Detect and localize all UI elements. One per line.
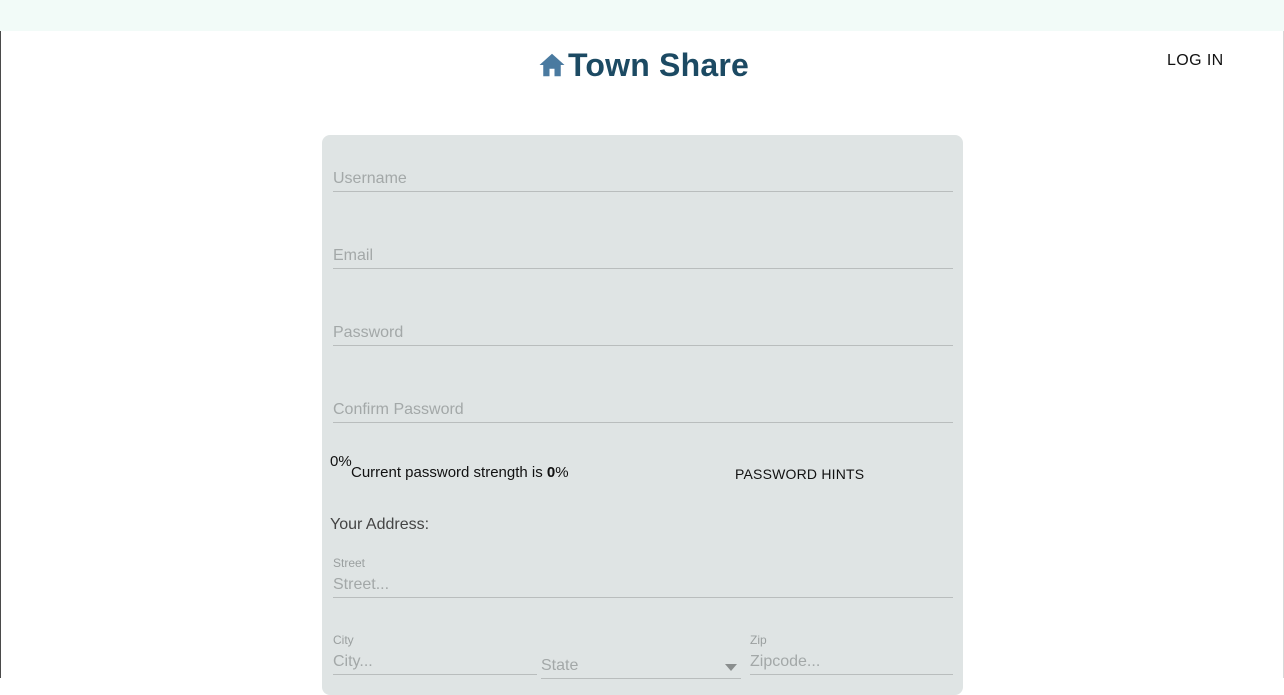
street-input[interactable] (333, 576, 953, 597)
city-input[interactable] (333, 653, 537, 674)
strength-text: Current password strength is 0% (351, 464, 569, 481)
brand-logo[interactable]: Town Share (537, 45, 749, 85)
home-icon (539, 53, 565, 77)
zip-input[interactable] (750, 653, 953, 674)
window-edge-left (0, 0, 1, 678)
signup-form: 0% Current password strength is 0% PASSW… (322, 135, 963, 695)
city-field[interactable] (333, 653, 537, 675)
zip-label: Zip (750, 633, 767, 647)
username-field[interactable] (333, 170, 953, 192)
address-heading: Your Address: (330, 516, 430, 533)
confirm-password-input[interactable] (333, 401, 953, 422)
city-label: City (333, 633, 354, 647)
strength-percent: 0% (330, 453, 352, 470)
street-label: Street (333, 556, 366, 570)
strength-value: 0 (546, 464, 556, 481)
app-title: Town Share (568, 46, 749, 83)
password-input[interactable] (333, 324, 953, 345)
password-hints-button[interactable]: PASSWORD HINTS (735, 466, 864, 482)
username-input[interactable] (333, 170, 953, 191)
zip-field[interactable] (750, 653, 953, 675)
top-bar (0, 0, 1284, 31)
confirm-password-field[interactable] (333, 401, 953, 423)
street-field[interactable] (333, 576, 953, 598)
password-field[interactable] (333, 324, 953, 346)
login-link[interactable]: LOG IN (1167, 52, 1224, 70)
email-input[interactable] (333, 247, 953, 268)
chevron-down-icon (725, 664, 737, 671)
state-select[interactable]: State (541, 656, 741, 679)
email-field[interactable] (333, 247, 953, 269)
strength-suffix: % (555, 464, 569, 481)
strength-prefix: Current password strength is (351, 464, 547, 481)
header: Town Share LOG IN (0, 31, 1284, 101)
state-placeholder: State (541, 657, 579, 674)
